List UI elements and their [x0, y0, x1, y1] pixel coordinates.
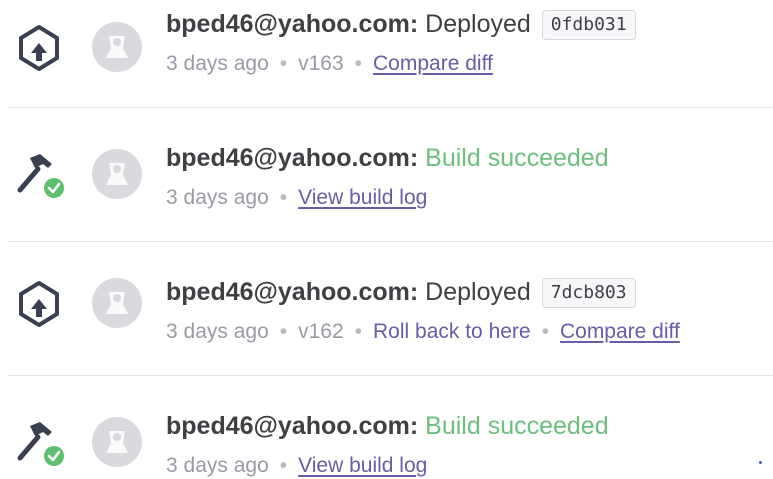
divider — [8, 107, 773, 108]
activity-entry-build: bped46@yahoo.com: Build succeeded 3 days… — [0, 122, 773, 222]
actor-email: bped46@yahoo.com: — [166, 144, 419, 172]
entry-title: bped46@yahoo.com: Deployed 0fdb031 — [166, 8, 636, 40]
status-text: Build succeeded — [425, 144, 609, 172]
entry-meta: 3 days ago • View build log — [166, 452, 427, 479]
entry-title: bped46@yahoo.com: Build succeeded — [166, 142, 609, 174]
timestamp: 3 days ago — [166, 454, 269, 477]
avatar[interactable] — [92, 149, 142, 199]
actor-email: bped46@yahoo.com: — [166, 10, 419, 38]
commit-badge[interactable]: 7dcb803 — [541, 278, 636, 308]
view-build-log-link[interactable]: View build log — [298, 186, 427, 209]
status-text: Deployed — [425, 10, 531, 38]
separator-dot: • — [279, 454, 288, 477]
entry-meta: 3 days ago • v163 • Compare diff — [166, 50, 493, 78]
view-build-log-link[interactable]: View build log — [298, 454, 427, 477]
activity-feed: bped46@yahoo.com: Deployed 0fdb031 3 day… — [0, 0, 773, 479]
separator-dot: • — [279, 52, 288, 75]
compare-diff-link[interactable]: Compare diff — [373, 52, 493, 75]
entry-title: bped46@yahoo.com: Build succeeded — [166, 410, 609, 442]
commit-badge[interactable]: 0fdb031 — [541, 10, 636, 40]
entry-meta: 3 days ago • v162 • Roll back to here • Compar… — [166, 318, 680, 346]
activity-entry-build: bped46@yahoo.com: Build succeeded 3 days… — [0, 390, 773, 479]
release-version: v162 — [298, 320, 344, 343]
divider — [8, 375, 773, 376]
activity-entry-deploy: bped46@yahoo.com: Deployed 7dcb803 3 day… — [0, 256, 773, 356]
build-success-icon — [12, 414, 66, 468]
release-version: v163 — [298, 52, 344, 75]
separator-dot: • — [279, 320, 288, 343]
activity-entry-deploy: bped46@yahoo.com: Deployed 0fdb031 3 day… — [0, 0, 773, 100]
entry-title: bped46@yahoo.com: Deployed 7dcb803 — [166, 276, 636, 308]
build-success-icon — [12, 146, 66, 200]
status-text: Build succeeded — [425, 412, 609, 440]
separator-dot: • — [279, 186, 288, 209]
avatar[interactable] — [92, 417, 142, 467]
timestamp: 3 days ago — [166, 52, 269, 75]
separator-dot: • — [354, 320, 363, 343]
deploy-icon — [12, 21, 66, 75]
deploy-icon — [12, 277, 66, 331]
timestamp: 3 days ago — [166, 186, 269, 209]
avatar[interactable] — [92, 278, 142, 328]
status-text: Deployed — [425, 278, 531, 306]
scroll-indicator-dot — [759, 461, 762, 464]
compare-diff-link[interactable]: Compare diff — [560, 320, 680, 343]
actor-email: bped46@yahoo.com: — [166, 412, 419, 440]
timestamp: 3 days ago — [166, 320, 269, 343]
separator-dot: • — [541, 320, 549, 343]
avatar[interactable] — [92, 22, 142, 72]
divider — [8, 241, 773, 242]
separator-dot: • — [354, 52, 363, 75]
actor-email: bped46@yahoo.com: — [166, 278, 419, 306]
entry-meta: 3 days ago • View build log — [166, 184, 427, 212]
roll-back-link[interactable]: Roll back to here — [373, 320, 531, 343]
